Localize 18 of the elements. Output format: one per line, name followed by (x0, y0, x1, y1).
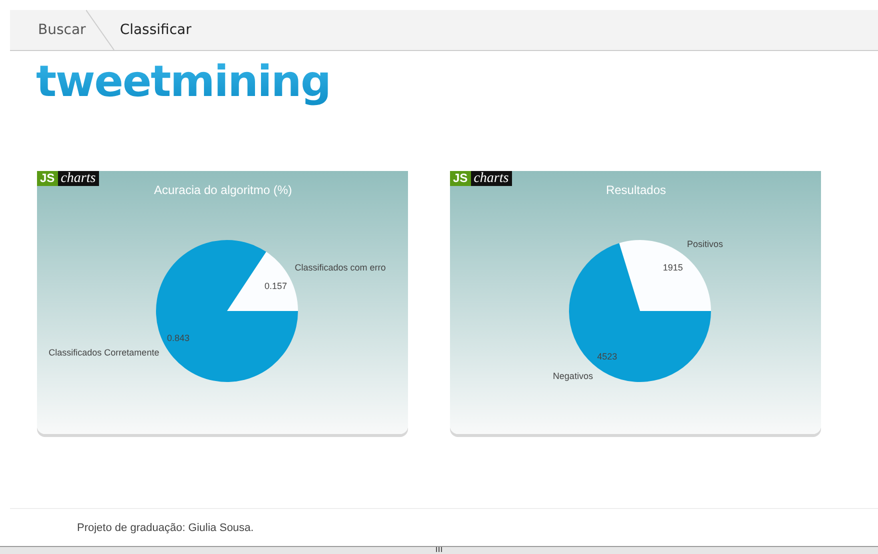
data-label: 0.843 (166, 333, 190, 344)
badge-label: JS (37, 171, 58, 186)
data-label: 1915 (662, 262, 683, 272)
chart-title: Resultados (606, 183, 666, 197)
chart-title: Acuracia do algoritmo (%) (154, 183, 292, 197)
nav-link[interactable]: Buscar (10, 10, 86, 50)
badge-label: charts (470, 171, 512, 186)
category-label: Positivos (687, 238, 724, 249)
badge-label: JS (450, 171, 471, 186)
grip-icon (436, 547, 442, 552)
category-label: Classificados com erro (294, 262, 386, 273)
nav-link[interactable]: Classificar (116, 10, 210, 50)
category-label: Negativos (552, 371, 593, 382)
category-label: Classificados Corretamente (48, 347, 160, 358)
footer-text: Projeto de graduação: Giulia Sousa. (77, 522, 254, 534)
data-label: 0.157 (264, 280, 288, 291)
data-label: 4523 (597, 352, 618, 362)
badge-label: charts (58, 171, 99, 186)
